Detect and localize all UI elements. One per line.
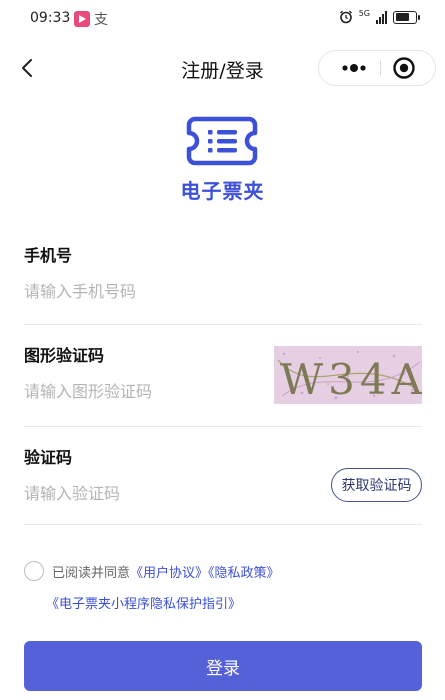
agreement-checkbox[interactable] — [24, 561, 44, 581]
divider — [24, 524, 422, 525]
alarm-icon — [339, 10, 352, 24]
captcha-text: W34A — [280, 355, 422, 404]
captcha-image[interactable]: W34A — [274, 346, 422, 404]
get-code-button[interactable]: 获取验证码 — [331, 468, 422, 502]
agreement-line: 已阅读并同意《用户协议》《隐私政策》 — [52, 562, 280, 581]
privacy-policy-link[interactable]: 《隐私政策》 — [208, 566, 280, 581]
status-icons: 5G — [339, 8, 420, 24]
target-close-icon[interactable] — [391, 55, 417, 81]
network-type: 5G — [358, 8, 370, 18]
divider — [24, 426, 422, 427]
alipay-icon: 支 — [94, 12, 108, 28]
capsule-divider — [380, 60, 381, 76]
mini-program-capsule — [318, 50, 436, 86]
captcha-input[interactable] — [24, 382, 264, 401]
signal-icon — [376, 10, 387, 24]
status-time: 09:33 — [30, 10, 71, 26]
privacy-guide-link[interactable]: 《电子票夹小程序隐私保护指引》 — [46, 597, 241, 612]
status-bar: 09:33 支 5G — [0, 0, 445, 40]
phone-field: 手机号 — [24, 242, 422, 301]
agreement-prefix: 已阅读并同意 — [52, 566, 131, 581]
battery-icon — [393, 10, 420, 24]
brand-name: 电子票夹 — [180, 179, 265, 203]
sms-code-label: 验证码 — [24, 448, 73, 467]
login-button[interactable]: 登录 — [24, 641, 422, 691]
sms-code-input[interactable] — [24, 484, 264, 503]
divider — [24, 324, 422, 325]
nav-bar: 注册/登录 — [0, 44, 445, 92]
more-dots-icon[interactable] — [333, 51, 375, 85]
phone-input[interactable] — [24, 282, 264, 301]
ticket-logo-icon — [186, 116, 258, 166]
video-app-icon — [74, 11, 90, 27]
agreement-line: 《电子票夹小程序隐私保护指引》 — [46, 593, 241, 612]
phone-label: 手机号 — [24, 246, 73, 265]
user-agreement-link[interactable]: 《用户协议》 — [130, 566, 208, 581]
